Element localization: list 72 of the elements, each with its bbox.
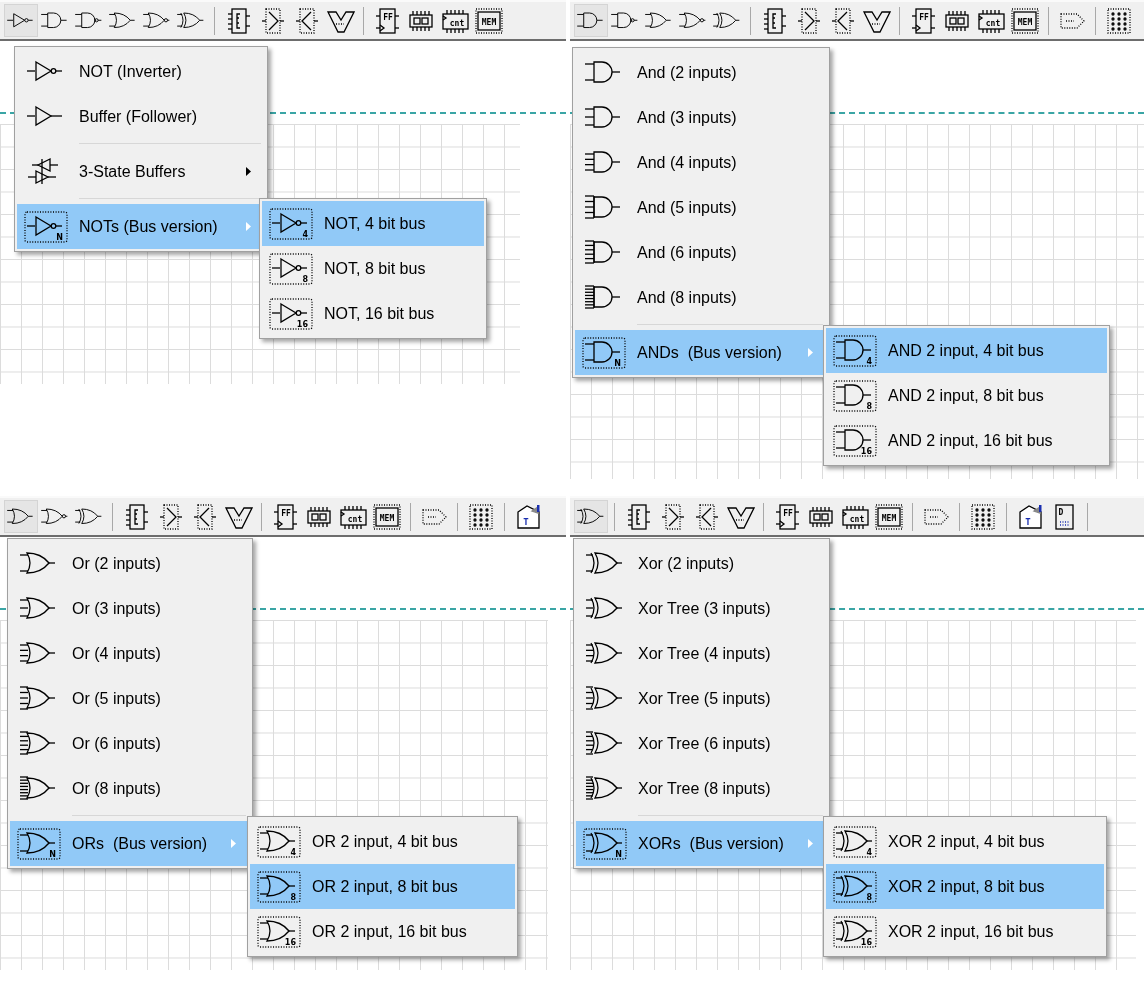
menu-item[interactable]: 4 NOT, 4 bit bus — [262, 201, 484, 246]
bus-inverter-icon: 8 — [269, 252, 313, 285]
bus-inverter-icon: 4 — [269, 207, 313, 240]
toolbar-button[interactable]: FF — [370, 4, 404, 37]
menu-item[interactable]: 16 AND 2 input, 16 bit bus — [826, 418, 1107, 463]
menu-item[interactable]: Or (6 inputs) — [10, 721, 250, 766]
toolbar-button[interactable]: cnt — [336, 500, 370, 533]
bus-xor-gate-icon: N — [583, 827, 627, 860]
toolbar-button[interactable]: MEM — [472, 4, 506, 37]
menu-item[interactable]: Xor Tree (4 inputs) — [576, 631, 827, 676]
dot-matrix-icon — [466, 501, 496, 532]
toolbar-button[interactable]: FF — [268, 500, 302, 533]
menu-item[interactable]: 4 AND 2 input, 4 bit bus — [826, 328, 1107, 373]
bus-or-gate-icon: 16 — [257, 915, 301, 948]
menu-item[interactable]: Or (2 inputs) — [10, 541, 250, 586]
menu-item[interactable]: Xor (2 inputs) — [576, 541, 827, 586]
toolbar-button[interactable] — [574, 4, 608, 37]
bus-and-gate-icon: 8 — [833, 379, 877, 412]
toolbar-button[interactable]: cnt — [438, 4, 472, 37]
menu-item[interactable]: 4 OR 2 input, 4 bit bus — [250, 819, 515, 864]
dot-matrix-icon — [1104, 5, 1134, 36]
toolbar-button[interactable]: FF — [770, 500, 804, 533]
menu-item[interactable]: Xor Tree (5 inputs) — [576, 676, 827, 721]
menu-item[interactable]: 16 XOR 2 input, 16 bit bus — [826, 909, 1104, 954]
bus-or-gate-icon: 4 — [257, 825, 301, 858]
menu-item[interactable]: Xor Tree (6 inputs) — [576, 721, 827, 766]
bus-and-gate-icon: N — [582, 336, 626, 369]
toolbar-button[interactable] — [4, 4, 38, 37]
toolbar-button[interactable]: MEM — [872, 500, 906, 533]
menu-item[interactable]: And (4 inputs) — [575, 140, 827, 185]
menu-item[interactable]: And (5 inputs) — [575, 185, 827, 230]
toolbar-button[interactable] — [574, 500, 608, 533]
toolbar-button[interactable]: cnt — [974, 4, 1008, 37]
bus-and-gate-icon: 16 — [833, 424, 877, 457]
menu-item[interactable]: And (3 inputs) — [575, 95, 827, 140]
menu-item[interactable]: Or (8 inputs) — [10, 766, 250, 811]
menu-item[interactable]: Buffer (Follower) — [17, 94, 265, 139]
bus-or-gate-icon: N — [17, 827, 61, 860]
dot-matrix-icon — [968, 501, 998, 532]
menu-item[interactable]: 8 OR 2 input, 8 bit bus — [250, 864, 515, 909]
toolbar-button[interactable]: T — [1013, 500, 1047, 533]
toolbar-button[interactable]: D — [1047, 500, 1081, 533]
toolbar-button[interactable]: T — [511, 500, 545, 533]
menu-item[interactable]: Or (3 inputs) — [10, 586, 250, 631]
toolbar-button[interactable]: MEM — [370, 500, 404, 533]
toolbar-button[interactable]: FF — [906, 4, 940, 37]
bus-inverter-icon: N — [24, 210, 68, 243]
menu-item[interactable]: 8 NOT, 8 bit bus — [262, 246, 484, 291]
toolbar-button[interactable]: cnt — [838, 500, 872, 533]
bus-inverter-icon: 16 — [269, 297, 313, 330]
menu-item[interactable]: 16 NOT, 16 bit bus — [262, 291, 484, 336]
menu-item[interactable]: 16 OR 2 input, 16 bit bus — [250, 909, 515, 954]
bus-xor-gate-icon: 4 — [833, 825, 877, 858]
menu-item[interactable]: And (6 inputs) — [575, 230, 827, 275]
bus-and-gate-icon: 4 — [833, 334, 877, 367]
menu-item[interactable]: Or (5 inputs) — [10, 676, 250, 721]
menu-item[interactable]: Xor Tree (3 inputs) — [576, 586, 827, 631]
toolbar-button[interactable]: MEM — [1008, 4, 1042, 37]
menu-item[interactable]: 8 AND 2 input, 8 bit bus — [826, 373, 1107, 418]
menu-item[interactable]: 4 XOR 2 input, 4 bit bus — [826, 819, 1104, 864]
menu-item[interactable]: Xor Tree (8 inputs) — [576, 766, 827, 811]
menu-item[interactable]: 3-State Buffers — [17, 149, 265, 194]
bus-xor-gate-icon: 16 — [833, 915, 877, 948]
menu-item[interactable]: 8 XOR 2 input, 8 bit bus — [826, 864, 1104, 909]
menu-item[interactable]: And (8 inputs) — [575, 275, 827, 320]
menu-item[interactable]: Or (4 inputs) — [10, 631, 250, 676]
bus-or-gate-icon: 8 — [257, 870, 301, 903]
bus-xor-gate-icon: 8 — [833, 870, 877, 903]
menu-item[interactable]: NOT (Inverter) — [17, 49, 265, 94]
menu-item[interactable]: N ORs (Bus version) — [10, 821, 250, 866]
toolbar-button[interactable] — [4, 500, 38, 533]
menu-item[interactable]: And (2 inputs) — [575, 50, 827, 95]
